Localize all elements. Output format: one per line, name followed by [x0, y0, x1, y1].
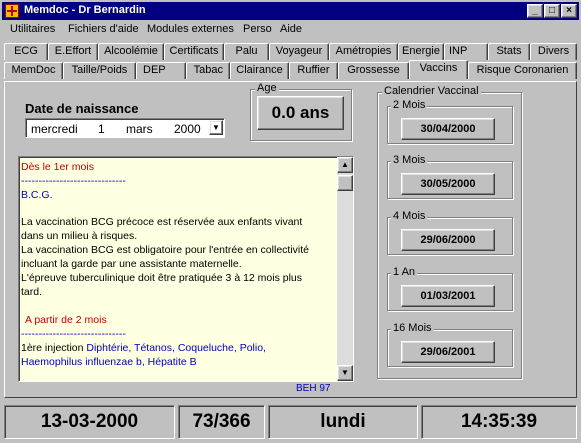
calendar-item-label: 16 Mois — [391, 322, 434, 334]
birth-month: mars — [126, 122, 153, 136]
tab-stats[interactable]: Stats — [488, 43, 530, 60]
tab-grossesse[interactable]: Grossesse — [338, 62, 409, 79]
status-time: 14:35:39 — [421, 405, 577, 439]
chevron-down-icon[interactable]: ▼ — [209, 120, 223, 135]
menu-utilitaires[interactable]: Utilitaires — [10, 23, 55, 35]
tab-ecg[interactable]: ECG — [4, 43, 48, 60]
title-bar: Memdoc - Dr Bernardin _ □ × — [2, 2, 579, 20]
notes-line: La vaccination BCG est obligatoire pour … — [21, 244, 309, 256]
notes-line: A partir de 2 mois — [25, 314, 107, 326]
calendar-item-label: 1 An — [391, 266, 418, 278]
status-bar: 13-03-2000 73/366 lundi 14:35:39 — [0, 403, 581, 443]
birth-date-picker[interactable]: mercredi 1 mars 2000 ▼ — [25, 118, 225, 138]
tab-ruffier[interactable]: Ruffier — [289, 62, 338, 79]
notes-line-vaccines: Diphtérie, Tétanos, Coqueluche, Polio, — [86, 342, 266, 354]
source-reference: BEH 97 — [296, 383, 331, 394]
age-value: 0.0 ans — [257, 96, 344, 130]
tab-clairance[interactable]: Clairance — [230, 62, 289, 79]
tab-alcoolemie[interactable]: Alcoolémie — [98, 43, 164, 60]
calendar-item-label: 4 Mois — [391, 210, 428, 222]
menu-perso[interactable]: Perso — [243, 23, 272, 35]
age-label: Age — [255, 82, 279, 94]
vaccine-calendar-title: Calendrier Vaccinal — [382, 85, 481, 97]
menu-fichiers-aide[interactable]: Fichiers d'aide — [68, 23, 139, 35]
status-day-of-year: 73/366 — [178, 405, 265, 439]
tab-inp[interactable]: INP — [444, 43, 488, 60]
notes-line-prefix: 1ère injection — [21, 342, 87, 354]
tab-voyageur[interactable]: Voyageur — [269, 43, 329, 60]
notes-line: ------------------------------ — [21, 328, 126, 340]
calendar-item-date: 29/06/2000 — [401, 229, 495, 251]
scroll-up-icon[interactable]: ▲ — [337, 157, 353, 173]
notes-line: B.C.G. — [21, 189, 53, 201]
tab-certificats[interactable]: Certificats — [164, 43, 224, 60]
notes-line: dans un milieu à risques. — [21, 230, 138, 242]
birth-day: 1 — [98, 122, 105, 136]
tab-palu[interactable]: Palu — [224, 43, 269, 60]
tab-divers[interactable]: Divers — [530, 43, 577, 60]
window-title: Memdoc - Dr Bernardin — [24, 4, 146, 16]
vaccine-notes[interactable]: Dès le 1er mois ------------------------… — [18, 156, 354, 382]
birth-year: 2000 — [174, 122, 201, 136]
calendar-item-date: 01/03/2001 — [401, 285, 495, 307]
birth-date-label: Date de naissance — [25, 101, 139, 116]
notes-line: incluant la garde par une assistante mat… — [21, 258, 242, 270]
menu-bar: Utilitaires Fichiers d'aide Modules exte… — [2, 20, 579, 38]
notes-line: ------------------------------ — [21, 175, 126, 187]
status-weekday: lundi — [268, 405, 418, 439]
notes-line: Dès le 1er mois — [21, 161, 94, 173]
tab-vaccins[interactable]: Vaccins — [409, 60, 468, 79]
notes-line: tard. — [21, 286, 43, 298]
calendar-item-label: 2 Mois — [391, 99, 428, 111]
status-date: 13-03-2000 — [4, 405, 175, 439]
tab-effort[interactable]: E.Effort — [48, 43, 98, 60]
medical-cross-icon[interactable] — [5, 4, 19, 18]
notes-line: L'épreuve tuberculinique doit être prati… — [21, 272, 303, 284]
notes-line: 1ère injection Diphtérie, Tétanos, Coque… — [21, 342, 266, 354]
close-button[interactable]: × — [561, 4, 577, 18]
tab-tabac[interactable]: Tabac — [186, 62, 230, 79]
scroll-thumb[interactable] — [337, 175, 353, 191]
birth-weekday: mercredi — [31, 122, 78, 136]
calendar-item-date: 30/04/2000 — [401, 118, 495, 140]
maximize-button[interactable]: □ — [544, 4, 560, 18]
menu-aide[interactable]: Aide — [280, 23, 302, 35]
notes-line: Haemophilus influenzae b, Hépatite B — [21, 356, 197, 368]
tab-memdoc[interactable]: MemDoc — [4, 62, 63, 79]
scroll-down-icon[interactable]: ▼ — [337, 365, 353, 381]
tab-ametropies[interactable]: Amétropies — [329, 43, 398, 60]
tab-dep[interactable]: DEP — [136, 62, 186, 79]
tab-taille-poids[interactable]: Taille/Poids — [63, 62, 136, 79]
notes-scrollbar[interactable]: ▲ ▼ — [337, 157, 353, 381]
tab-risque-coronarien[interactable]: Risque Coronarien — [468, 62, 577, 79]
calendar-item-label: 3 Mois — [391, 154, 428, 166]
tab-energie[interactable]: Energie — [398, 43, 444, 60]
menu-modules-externes[interactable]: Modules externes — [147, 23, 234, 35]
notes-line: La vaccination BCG précoce est réservée … — [21, 216, 303, 228]
calendar-item-date: 29/06/2001 — [401, 341, 495, 363]
minimize-button[interactable]: _ — [527, 4, 543, 18]
calendar-item-date: 30/05/2000 — [401, 173, 495, 195]
